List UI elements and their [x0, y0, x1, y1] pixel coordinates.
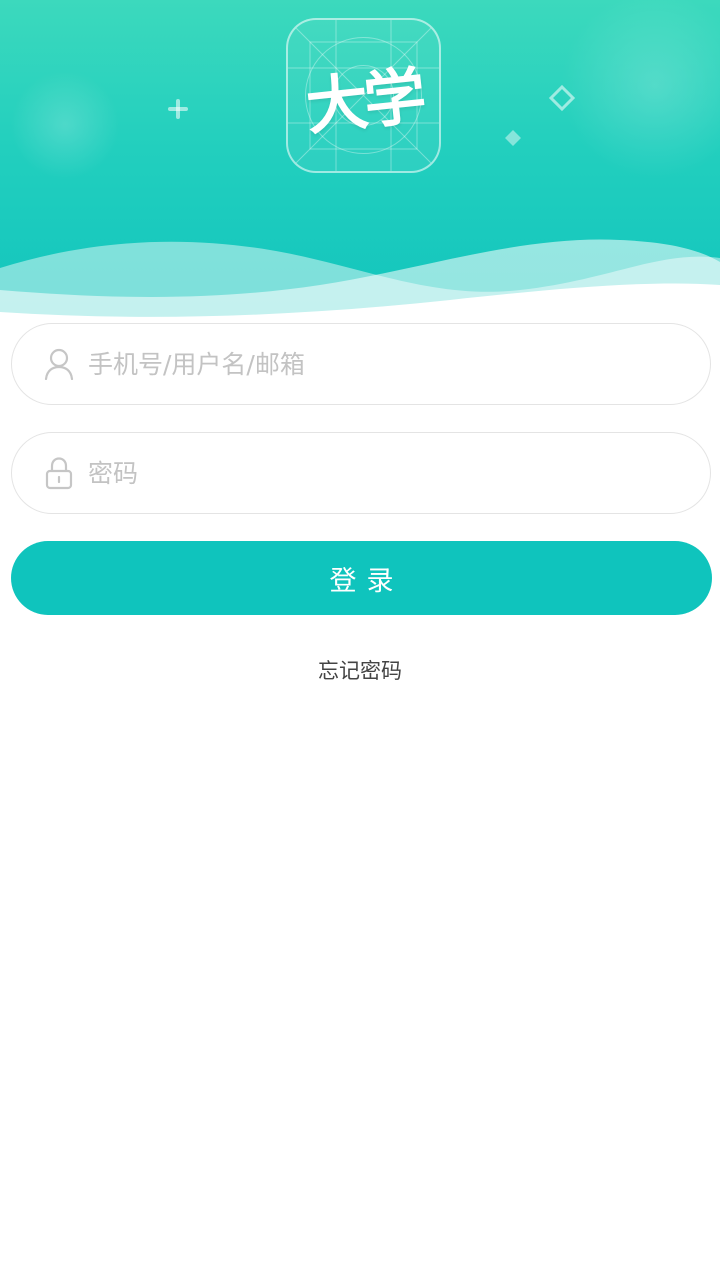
password-field[interactable]	[11, 432, 711, 514]
header-waves	[0, 239, 720, 330]
login-button[interactable]: 登录	[11, 541, 712, 615]
username-field[interactable]	[11, 323, 711, 405]
password-input[interactable]	[88, 443, 648, 503]
user-icon	[43, 347, 75, 381]
lock-icon	[43, 456, 75, 490]
forgot-password-link[interactable]: 忘记密码	[0, 655, 720, 685]
username-input[interactable]	[88, 334, 648, 394]
header-banner: 大学	[0, 0, 720, 330]
